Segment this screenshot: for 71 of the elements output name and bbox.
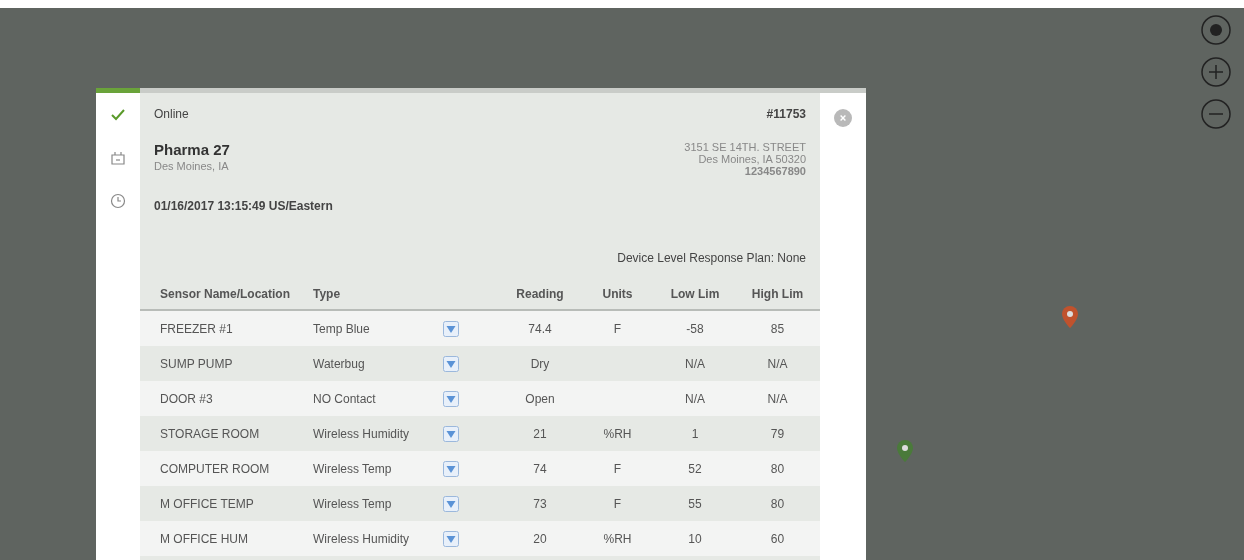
table-cell: 74.4	[528, 321, 552, 336]
table-cell: DOOR #3	[160, 391, 213, 406]
table-cell: F	[613, 461, 622, 476]
table-cell: N/A	[767, 391, 788, 406]
table-cell: Temp Blue	[313, 321, 370, 336]
table-cell: 73	[533, 496, 547, 511]
dropdown-icon[interactable]	[443, 320, 459, 337]
table-cell: 20	[533, 531, 547, 546]
map-pin-icon[interactable]	[1062, 306, 1078, 328]
table-cell: 21	[533, 426, 547, 441]
zoom-in-icon[interactable]	[1200, 56, 1232, 88]
table-cell: M OFFICE TEMP	[160, 496, 254, 511]
column-header: Type	[313, 287, 341, 301]
clock-icon	[110, 193, 126, 209]
table-cell: 80	[770, 496, 785, 511]
dropdown-icon[interactable]	[443, 530, 459, 547]
table-cell: 10	[688, 531, 702, 546]
table-cell: F	[613, 496, 622, 511]
column-header: Sensor Name/Location	[160, 287, 291, 301]
site-name: Pharma 27	[154, 141, 230, 158]
table-cell: COMPUTER ROOM	[160, 461, 270, 476]
table-cell: Open	[525, 391, 555, 406]
table-cell: N/A	[767, 356, 788, 371]
table-cell: N/A	[685, 356, 705, 371]
dropdown-icon[interactable]	[443, 390, 459, 407]
column-header: Units	[602, 287, 633, 301]
table-cell: 60	[770, 531, 785, 546]
column-header: Reading	[516, 287, 564, 301]
table-cell: -58	[686, 321, 704, 336]
site-city: Des Moines, IA	[154, 160, 230, 172]
table-cell: SUMP PUMP	[160, 356, 233, 371]
table-cell: 80	[770, 461, 785, 476]
table-cell: 79	[770, 426, 785, 441]
device-icon	[110, 150, 126, 166]
table-cell: Wireless Humidity	[313, 426, 409, 441]
close-button[interactable]	[834, 109, 852, 127]
table-cell: Waterbug	[313, 356, 365, 371]
table-cell: F	[613, 321, 622, 336]
phone-number: 1234567890	[744, 165, 806, 177]
table-cell: 1	[691, 426, 699, 441]
table-cell: NO Contact	[313, 391, 376, 406]
response-plan: Device Level Response Plan: None	[617, 251, 806, 265]
table-cell: FREEZER #1	[160, 321, 233, 336]
map-pin-icon[interactable]	[897, 440, 913, 462]
table-cell: 52	[688, 461, 702, 476]
zoom-out-icon[interactable]	[1200, 98, 1232, 130]
dropdown-icon[interactable]	[443, 495, 459, 512]
table-cell: Dry	[530, 356, 550, 371]
table-cell: Wireless Temp	[313, 461, 392, 476]
table-cell: N/A	[685, 391, 705, 406]
table-cell: M OFFICE HUM	[160, 531, 248, 546]
table-cell: 85	[770, 321, 785, 336]
table-cell: STORAGE ROOM	[160, 426, 260, 441]
address-street: 3151 SE 14TH. STREET	[684, 141, 806, 153]
device-number: #11753	[766, 107, 806, 121]
column-header: Low Lim	[670, 287, 720, 301]
dropdown-icon[interactable]	[443, 460, 459, 477]
dropdown-icon[interactable]	[443, 425, 459, 442]
table-cell: 55	[688, 496, 702, 511]
locate-icon[interactable]	[1200, 14, 1232, 46]
status-label: Online	[154, 107, 189, 121]
table-cell: Wireless Humidity	[313, 531, 409, 546]
column-header: High Lim	[751, 287, 804, 301]
table-cell: 74	[533, 461, 547, 476]
table-cell: Wireless Temp	[313, 496, 392, 511]
timestamp: 01/16/2017 13:15:49 US/Eastern	[154, 199, 333, 213]
close-icon	[839, 114, 847, 122]
table-cell: %RH	[603, 426, 632, 441]
address-city: Des Moines, IA 50320	[698, 153, 806, 165]
dropdown-icon[interactable]	[443, 355, 459, 372]
table-cell: %RH	[603, 531, 632, 546]
